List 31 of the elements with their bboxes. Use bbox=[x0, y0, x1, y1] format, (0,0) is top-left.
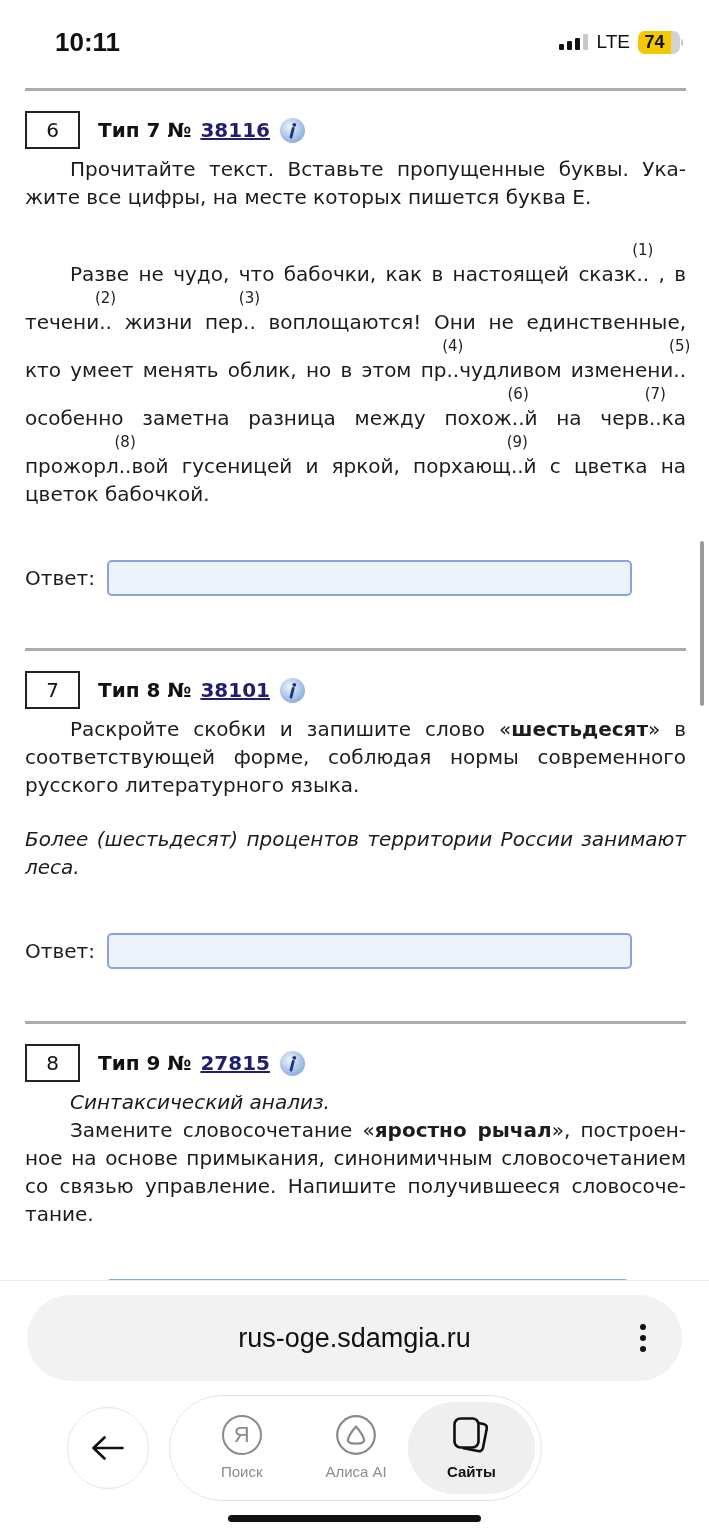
info-icon[interactable] bbox=[280, 117, 305, 143]
task-type-label: Тип 9 № bbox=[98, 1050, 192, 1077]
task-number-link[interactable]: 38101 bbox=[200, 676, 270, 704]
task-number: 7 bbox=[25, 671, 80, 709]
signal-icon bbox=[558, 34, 589, 50]
task-number-link[interactable]: 38116 bbox=[200, 116, 270, 144]
task-instruction-text: Замените словосочетание «яростно рычал», построен-ное на основе примыкания, синонимичным словосочетанием со связью управление. Напишите получившееся словосоче-тание. bbox=[25, 1117, 686, 1228]
info-icon[interactable] bbox=[280, 677, 305, 703]
task-number: 6 bbox=[25, 111, 80, 149]
example-sentence: Более (шестьдесят) процентов территории России занимают леса. bbox=[25, 826, 686, 881]
back-arrow-icon bbox=[92, 1436, 124, 1460]
address-bar[interactable]: rus-oge.sdamgia.ru bbox=[27, 1295, 682, 1381]
browser-tab[interactable]: Сайты bbox=[407, 1402, 535, 1494]
task-subtitle: Синтаксический анализ. bbox=[69, 1089, 331, 1116]
battery-percentage: 74 bbox=[638, 30, 671, 54]
info-icon[interactable] bbox=[280, 1050, 305, 1076]
browser-tab[interactable]: Я Поиск bbox=[190, 1402, 294, 1494]
network-type-label: LTE bbox=[596, 31, 630, 53]
task-number: 8 bbox=[25, 1044, 80, 1082]
task-instruction-text: Прочитайте текст. Вставьте пропущенные буквы. Ука-жите все цифры, на месте которых пишется буква Е. bbox=[25, 156, 686, 211]
triangle-circle-icon bbox=[336, 1415, 377, 1455]
task-type-label: Тип 8 № bbox=[98, 677, 192, 704]
task-number-link[interactable]: 27815 bbox=[200, 1049, 270, 1077]
answer-label: Ответ: bbox=[25, 938, 95, 965]
task-instruction-text: Раскройте скобки и запишите слово «шестьдесят» в соответствующей форме, соблюдая нормы современного русского литературного языка. bbox=[25, 716, 686, 799]
answer-field[interactable] bbox=[106, 933, 632, 969]
status-time: 10:11 bbox=[55, 28, 121, 56]
more-icon[interactable] bbox=[640, 1324, 646, 1352]
task-type-label: Тип 7 № bbox=[98, 117, 192, 144]
answer-label: Ответ: bbox=[25, 565, 95, 592]
answer-field[interactable] bbox=[106, 560, 632, 596]
